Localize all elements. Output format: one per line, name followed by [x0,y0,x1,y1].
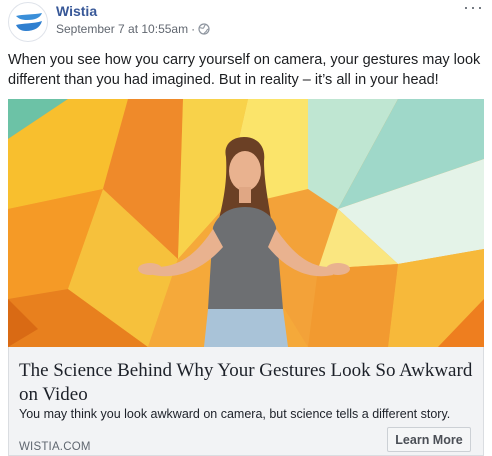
learn-more-button[interactable]: Learn More [387,427,471,452]
post-text: When you see how you carry yourself on c… [8,52,481,88]
link-domain: WISTIA.COM [19,441,91,453]
post-meta: September 7 at 10:55am · [56,22,210,36]
wistia-logo-icon [16,13,42,31]
link-description: You may think you look awkward on camera… [19,407,451,421]
link-preview-image[interactable] [8,99,484,347]
link-title[interactable]: The Science Behind Why Your Gestures Loo… [19,359,475,407]
post-header: Wistia September 7 at 10:55am · ··· [0,0,492,44]
meta-separator: · [191,22,196,36]
page-name-link[interactable]: Wistia [56,3,97,19]
globe-icon[interactable] [198,23,210,35]
link-card[interactable]: The Science Behind Why Your Gestures Loo… [8,347,484,456]
ellipsis-icon[interactable]: ··· [463,0,484,16]
page-avatar[interactable] [8,2,48,42]
post-timestamp[interactable]: September 7 at 10:55am [56,22,188,36]
